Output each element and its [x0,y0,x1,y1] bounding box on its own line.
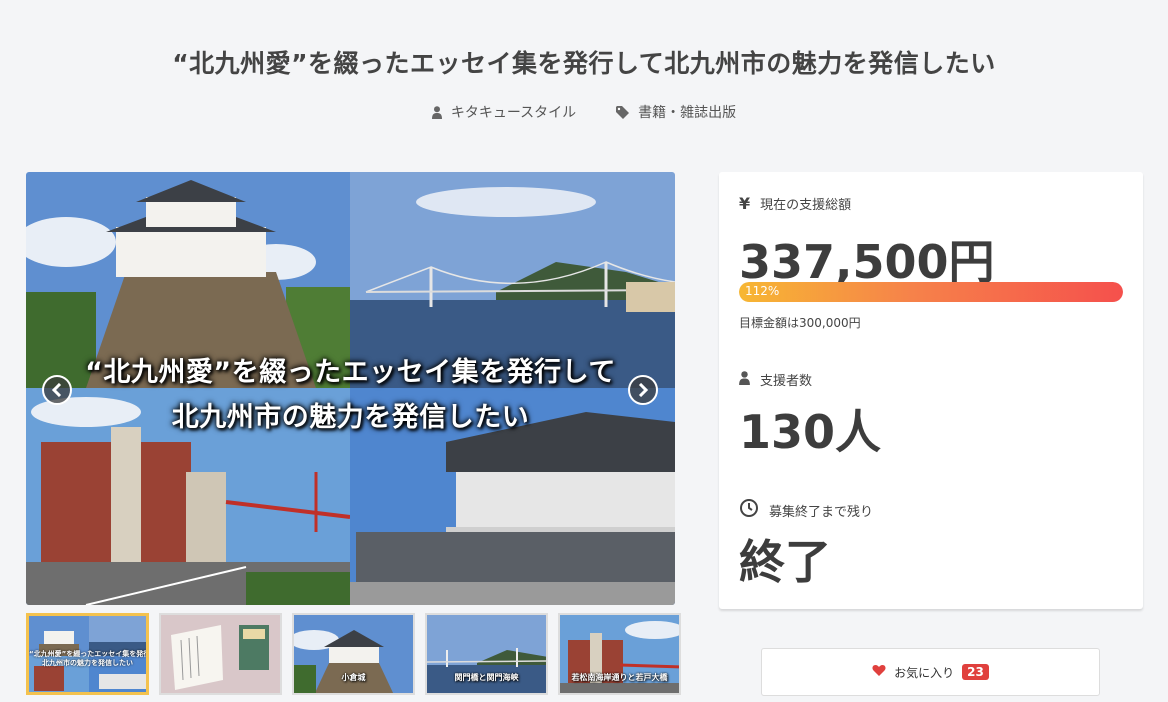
thumbnail-1-caption2: 北九州市の魅力を発信したい [42,659,133,667]
total-amount-label: 現在の支援総額 [760,198,852,213]
tag-icon [616,105,630,119]
heart-icon [872,664,886,680]
author-name: キタキュースタイル [450,105,577,121]
carousel-next-button[interactable] [628,375,658,405]
progress-fill: 112% [739,282,1123,302]
supporters-label: 支援者数 [760,374,813,389]
favorite-button[interactable]: お気に入り 23 [761,648,1100,696]
project-title: “北九州愛”を綴ったエッセイ集を発行して北九州市の魅力を発信したい [172,49,996,78]
funding-progress-bar: 112% [739,282,1123,302]
category-link[interactable]: 書籍・雑誌出版 [616,102,736,122]
thumbnail-4[interactable]: 関門橋と関門海峡 [425,613,548,695]
user-icon [739,370,750,389]
main-image-caption-line2: 北九州市の魅力を発信したい [171,402,530,433]
main-image-carousel[interactable]: “北九州愛”を綴ったエッセイ集を発行して 北九州市の魅力を発信したい [26,172,675,605]
favorite-label: お気に入り [894,665,955,680]
user-icon [431,105,442,119]
thumbnail-5-label: 若松南海岸通りと若戸大橋 [571,673,668,682]
goal-amount: 目標金額は300,000円 [739,316,861,330]
remaining-label-row: 募集終了まで残り [739,498,873,522]
clock-icon [739,498,759,522]
supporters-label-row: 支援者数 [739,370,812,389]
chevron-left-icon [51,383,62,397]
remaining-label: 募集終了まで残り [769,504,874,520]
thumbnail-2[interactable] [159,613,282,695]
funding-stats-card: ¥ 現在の支援総額 337,500円 112% 目標金額は300,000円 支援… [719,172,1143,609]
chevron-right-icon [638,383,649,397]
progress-percent: 112% [745,284,780,298]
category-name: 書籍・雑誌出版 [638,105,737,121]
thumbnail-3-label: 小倉城 [341,673,366,682]
project-meta: キタキュースタイル 書籍・雑誌出版 [0,102,1168,122]
favorite-count-badge: 23 [962,664,989,680]
author-link[interactable]: キタキュースタイル [431,102,577,122]
thumbnail-strip: “北九州愛”を綴ったエッセイ集を発行して 北九州市の魅力を発信したい 小倉城 関… [26,613,681,695]
remaining-value: 終了 [739,535,831,589]
thumbnail-4-label: 関門橋と関門海峡 [454,673,519,682]
total-amount-label-row: ¥ 現在の支援総額 [739,194,851,213]
supporters-value: 130人 [739,405,882,459]
yen-icon: ¥ [739,194,751,213]
thumbnail-1[interactable]: “北九州愛”を綴ったエッセイ集を発行して 北九州市の魅力を発信したい [26,613,149,695]
main-image-caption-line1: “北九州愛”を綴ったエッセイ集を発行して [85,357,616,388]
thumbnail-5[interactable]: 若松南海岸通りと若戸大橋 [558,613,681,695]
carousel-prev-button[interactable] [42,375,72,405]
thumbnail-3[interactable]: 小倉城 [292,613,415,695]
